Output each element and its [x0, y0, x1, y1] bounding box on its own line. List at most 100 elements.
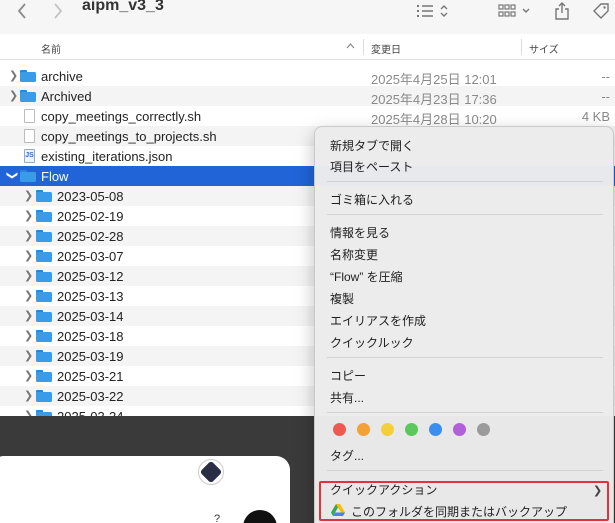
modified-column-header[interactable]: 変更日: [371, 41, 401, 56]
tag-color-red[interactable]: [333, 423, 346, 436]
chevron-right-icon[interactable]: ❯: [24, 189, 33, 202]
tag-color-blue[interactable]: [429, 423, 442, 436]
subfolder-name: 2025-03-24: [57, 409, 124, 416]
file-row[interactable]: ❯ Archived 2025年4月23日 17:36 --: [0, 86, 615, 107]
tag-color-green[interactable]: [405, 423, 418, 436]
menu-item-make-alias[interactable]: エイリアスを作成: [330, 312, 426, 329]
file-size: 4 KB: [581, 109, 610, 124]
folder-icon: [36, 230, 52, 242]
menu-item-tags[interactable]: タグ...: [330, 447, 364, 464]
chevron-right-icon[interactable]: ❯: [24, 329, 33, 342]
list-view-icon: [417, 5, 448, 17]
grid-view-icon: [498, 4, 530, 17]
folder-icon: [36, 350, 52, 362]
file-name: Archived: [41, 89, 92, 104]
tag-color-gray[interactable]: [477, 423, 490, 436]
chevron-right-icon[interactable]: ❯: [24, 269, 33, 282]
share-icon: [555, 2, 569, 20]
subfolder-name: 2025-03-19: [57, 349, 124, 364]
subfolder-name: 2025-02-28: [57, 229, 124, 244]
menu-item-get-info[interactable]: 情報を見る: [330, 224, 390, 241]
folder-icon: [36, 310, 52, 322]
chevron-right-icon[interactable]: ❯: [24, 229, 33, 242]
folder-icon: [36, 270, 52, 282]
column-separator: [521, 39, 522, 55]
chevron-right-icon[interactable]: ❯: [24, 209, 33, 222]
file-name: existing_iterations.json: [41, 149, 173, 164]
name-column-header[interactable]: 名前: [41, 41, 61, 56]
folder-icon: [36, 190, 52, 202]
menu-item-paste[interactable]: 項目をペースト: [330, 158, 413, 175]
chevron-right-icon[interactable]: ❯: [24, 249, 33, 262]
folder-icon: [20, 170, 36, 182]
folder-icon: [36, 330, 52, 342]
tag-button[interactable]: [590, 0, 612, 22]
sort-chevron-up-icon: [346, 43, 355, 49]
tag-color-yellow[interactable]: [381, 423, 394, 436]
group-button[interactable]: [496, 0, 536, 22]
chevron-right-icon[interactable]: ❯: [24, 389, 33, 402]
file-name: copy_meetings_correctly.sh: [41, 109, 202, 124]
chevron-right-icon[interactable]: ❯: [24, 289, 33, 302]
folder-icon: [36, 210, 52, 222]
menu-item-compress[interactable]: “Flow” を圧縮: [330, 268, 403, 285]
menu-separator: [327, 357, 603, 358]
subfolder-name: 2025-03-18: [57, 329, 124, 344]
subfolder-name: 2023-05-08: [57, 189, 124, 204]
folder-icon: [36, 390, 52, 402]
folder-icon: [20, 70, 36, 82]
json-file-icon: JS: [24, 149, 35, 163]
back-button[interactable]: [12, 0, 32, 22]
column-separator: [363, 39, 364, 55]
size-column-header[interactable]: サイズ: [529, 41, 559, 56]
menu-item-move-to-trash[interactable]: ゴミ箱に入れる: [330, 191, 414, 208]
menu-item-open-new-tab[interactable]: 新規タブで開く: [330, 137, 414, 154]
tag-icon: [593, 3, 609, 19]
subfolder-name: 2025-03-22: [57, 389, 124, 404]
chevron-right-icon[interactable]: ❯: [24, 409, 33, 416]
menu-item-quick-look[interactable]: クイックルック: [330, 334, 414, 351]
highlight-box: [319, 481, 609, 521]
tag-color-orange[interactable]: [357, 423, 370, 436]
folder-icon: [36, 250, 52, 262]
app-avatar-icon[interactable]: [198, 459, 224, 485]
chevron-right-icon[interactable]: ❯: [24, 309, 33, 322]
share-button[interactable]: [552, 0, 572, 22]
tag-color-row: [333, 423, 490, 436]
background-card: [0, 456, 290, 523]
window-title: aipm_v3_3: [82, 0, 164, 14]
column-header: 名前 変更日 サイズ: [0, 34, 615, 60]
menu-separator: [327, 470, 603, 471]
menu-item-copy[interactable]: コピー: [330, 367, 366, 384]
chevron-right-icon[interactable]: ❯: [9, 89, 18, 102]
file-size: --: [601, 69, 610, 84]
file-row[interactable]: ❯ archive 2025年4月25日 12:01 --: [0, 66, 615, 87]
chevron-right-icon[interactable]: ❯: [24, 369, 33, 382]
document-icon: [24, 109, 35, 123]
chevron-down-icon[interactable]: ❯: [6, 171, 19, 180]
menu-item-rename[interactable]: 名称変更: [330, 246, 378, 263]
subfolder-name: 2025-03-14: [57, 309, 124, 324]
file-name: archive: [41, 69, 83, 84]
partial-text: ?: [214, 513, 221, 523]
view-options-button[interactable]: [414, 0, 454, 22]
folder-icon: [36, 370, 52, 382]
forward-button[interactable]: [48, 0, 68, 22]
finder-toolbar: aipm_v3_3: [0, 0, 615, 34]
subfolder-name: 2025-03-13: [57, 289, 124, 304]
subfolder-name: 2025-03-21: [57, 369, 124, 384]
tag-color-purple[interactable]: [453, 423, 466, 436]
chevron-right-icon[interactable]: ❯: [24, 349, 33, 362]
subfolder-name: 2025-03-12: [57, 269, 124, 284]
menu-item-share[interactable]: 共有...: [330, 389, 364, 406]
menu-separator: [327, 181, 603, 182]
chevron-right-icon: [54, 3, 63, 19]
chevron-left-icon: [17, 3, 26, 19]
file-name: Flow: [41, 169, 69, 184]
context-menu: 新規タブで開く 項目をペースト ゴミ箱に入れる 情報を見る 名称変更 “Flow…: [314, 126, 614, 523]
menu-item-duplicate[interactable]: 複製: [330, 290, 354, 307]
folder-icon: [36, 290, 52, 302]
file-row[interactable]: copy_meetings_correctly.sh 2025年4月28日 10…: [0, 106, 615, 127]
chevron-right-icon[interactable]: ❯: [9, 69, 18, 82]
document-icon: [24, 129, 35, 143]
